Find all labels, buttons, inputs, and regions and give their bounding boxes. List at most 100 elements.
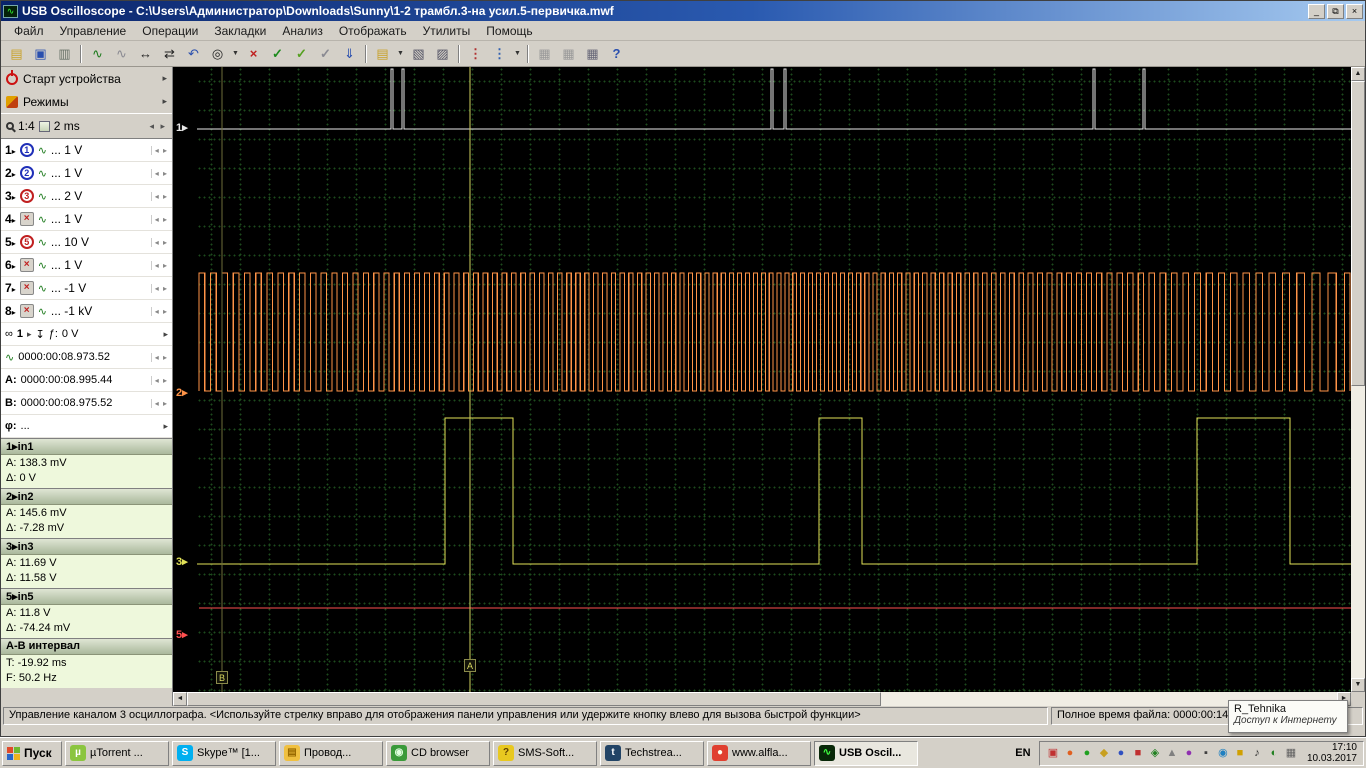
phase-row[interactable]: φ: ... ▸: [1, 415, 172, 438]
start-button[interactable]: Пуск: [2, 741, 62, 766]
horizontal-scrollbar[interactable]: ◄ ►: [173, 692, 1351, 706]
channel-marker-1[interactable]: 1▸: [176, 122, 188, 135]
minimize-button[interactable]: _: [1308, 4, 1325, 19]
fit-horizontal-icon[interactable]: ↔: [134, 43, 157, 65]
tray-icon-4[interactable]: ◆: [1097, 746, 1111, 760]
swap-view-icon[interactable]: ⇄: [158, 43, 181, 65]
verify-icon[interactable]: ✓: [314, 43, 337, 65]
copy-panel-icon[interactable]: ▧: [407, 43, 430, 65]
print-icon[interactable]: ▥: [53, 43, 76, 65]
expand-icon[interactable]: ▸: [163, 421, 168, 432]
close-button[interactable]: ×: [1346, 4, 1363, 19]
taskbar-button-cd-browser[interactable]: ◉ CD browser: [386, 741, 490, 766]
menu-display[interactable]: Отображать: [332, 23, 414, 39]
expand-icon[interactable]: ▸: [162, 73, 167, 84]
open-file-icon[interactable]: ▤: [5, 43, 28, 65]
tray-icon-14[interactable]: ◐: [1267, 746, 1281, 760]
taskbar-button-browser[interactable]: ● www.alfla...: [707, 741, 811, 766]
menu-bookmarks[interactable]: Закладки: [207, 23, 273, 39]
taskbar-button-explorer[interactable]: ▤ Провод...: [279, 741, 383, 766]
measure-panel-title[interactable]: 3▸in3: [1, 539, 172, 555]
zoom-tool-icon[interactable]: ◎: [206, 43, 229, 65]
undo-icon[interactable]: ↶: [182, 43, 205, 65]
timebase-value[interactable]: 2 ms: [54, 119, 80, 133]
expand-icon[interactable]: ▸: [162, 96, 167, 107]
show-waveform-icon[interactable]: ∿: [86, 43, 109, 65]
tray-icon-12[interactable]: ■: [1233, 746, 1247, 760]
channel-marker-5[interactable]: 5▸: [176, 629, 188, 642]
taskbar-button-skype[interactable]: S Skype™ [1...: [172, 741, 276, 766]
start-device-button[interactable]: Старт устройства ▸: [1, 67, 172, 90]
cursor-b-nav[interactable]: ◂ ▸: [151, 399, 168, 408]
cursor-label-B[interactable]: B: [216, 671, 228, 684]
channel-row-4[interactable]: 4▸ × ∿ ... 1 V ◂ ▸: [1, 208, 172, 231]
channel-row-3[interactable]: 3▸ 3 ∿ ... 2 V ◂ ▸: [1, 185, 172, 208]
save-file-icon[interactable]: ▣: [29, 43, 52, 65]
channel-nav[interactable]: ◂ ▸: [151, 307, 168, 316]
menu-analysis[interactable]: Анализ: [275, 23, 330, 39]
channel-row-2[interactable]: 2▸ 2 ∿ ... 1 V ◂ ▸: [1, 162, 172, 185]
tray-icon-8[interactable]: ▲: [1165, 746, 1179, 760]
horizontal-scroll-thumb[interactable]: [187, 692, 881, 706]
channel-row-8[interactable]: 8▸ × ∿ ... -1 kV ◂ ▸: [1, 300, 172, 323]
cursor-label-A[interactable]: A: [464, 659, 476, 672]
trigger-level[interactable]: 0 V: [62, 328, 160, 340]
zoom-dropdown-icon[interactable]: ▼: [230, 43, 241, 65]
restore-button[interactable]: ⧉: [1327, 4, 1344, 19]
grid-option-c-icon[interactable]: ▦: [581, 43, 604, 65]
scroll-left-icon[interactable]: ◄: [173, 692, 187, 706]
apply-all-icon[interactable]: ✓: [290, 43, 313, 65]
digit-markers-blue-icon[interactable]: ⋮: [488, 43, 511, 65]
channel-nav[interactable]: ◂ ▸: [151, 238, 168, 247]
vertical-scroll-thumb[interactable]: [1351, 81, 1365, 386]
measure-panel-title[interactable]: 1▸in1: [1, 439, 172, 455]
open-recent-icon[interactable]: ▤: [371, 43, 394, 65]
clear-trace-icon[interactable]: ×: [242, 43, 265, 65]
tray-icon-10[interactable]: ▪: [1199, 746, 1213, 760]
tray-icon-7[interactable]: ◈: [1148, 746, 1162, 760]
taskbar-button-utorrent[interactable]: µ µTorrent ...: [65, 741, 169, 766]
taskbar-button-usb-oscilloscope[interactable]: ∿ USB Oscil...: [814, 741, 918, 766]
digit-markers-dropdown-icon[interactable]: ▼: [512, 43, 523, 65]
channel-row-7[interactable]: 7▸ × ∿ ... -1 V ◂ ▸: [1, 277, 172, 300]
modes-button[interactable]: Режимы ▸: [1, 90, 172, 113]
tray-icon-6[interactable]: ■: [1131, 746, 1145, 760]
channel-badge[interactable]: 1: [20, 143, 34, 157]
paste-panel-icon[interactable]: ▨: [431, 43, 454, 65]
download-icon[interactable]: ⇓: [338, 43, 361, 65]
menu-file[interactable]: Файл: [7, 23, 51, 39]
tray-icon-5[interactable]: ●: [1114, 746, 1128, 760]
grid-option-b-icon[interactable]: ▦: [557, 43, 580, 65]
trigger-row[interactable]: ∞ 1 ▸ ↧ ƒ: 0 V ▸: [1, 323, 172, 346]
channel-marker-2[interactable]: 2▸: [176, 387, 188, 400]
tray-icon-11[interactable]: ◉: [1216, 746, 1230, 760]
titlebar[interactable]: ∿ USB Oscilloscope - C:\Users\Администра…: [1, 1, 1365, 21]
measure-panel-title[interactable]: 2▸in2: [1, 489, 172, 505]
channel-disabled-icon[interactable]: ×: [20, 281, 34, 295]
open-recent-dropdown-icon[interactable]: ▼: [395, 43, 406, 65]
scroll-up-icon[interactable]: ▲: [1351, 67, 1365, 81]
expand-icon[interactable]: ▸: [163, 329, 168, 340]
time-nav[interactable]: ◂ ▸: [151, 353, 168, 362]
tray-icon-3[interactable]: ●: [1080, 746, 1094, 760]
channel-nav[interactable]: ◂ ▸: [151, 215, 168, 224]
time-position-row[interactable]: ∿ 0000:00:08.973.52 ◂ ▸: [1, 346, 172, 369]
channel-nav[interactable]: ◂ ▸: [151, 169, 168, 178]
zoom-ratio[interactable]: 1:4: [18, 119, 35, 133]
digit-markers-red-icon[interactable]: ⋮: [464, 43, 487, 65]
measure-panel-title[interactable]: 5▸in5: [1, 589, 172, 605]
menu-utilities[interactable]: Утилиты: [416, 23, 478, 39]
channel-row-1[interactable]: 1▸ 1 ∿ ... 1 V ◂ ▸: [1, 139, 172, 162]
cursor-a-row[interactable]: A: 0000:00:08.995.44 ◂ ▸: [1, 369, 172, 392]
tray-icon-9[interactable]: ●: [1182, 746, 1196, 760]
channel-disabled-icon[interactable]: ×: [20, 212, 34, 226]
taskbar-clock[interactable]: 17:10 10.03.2017: [1301, 742, 1357, 764]
channel-row-5[interactable]: 5▸ 5 ∿ ... 10 V ◂ ▸: [1, 231, 172, 254]
channel-disabled-icon[interactable]: ×: [20, 258, 34, 272]
apply-check-icon[interactable]: ✓: [266, 43, 289, 65]
channel-disabled-icon[interactable]: ×: [20, 304, 34, 318]
channel-badge[interactable]: 3: [20, 189, 34, 203]
channel-nav[interactable]: ◂ ▸: [151, 284, 168, 293]
channel-nav[interactable]: ◂ ▸: [151, 261, 168, 270]
timebase-nav-arrows[interactable]: ◂ ▸: [149, 121, 167, 132]
